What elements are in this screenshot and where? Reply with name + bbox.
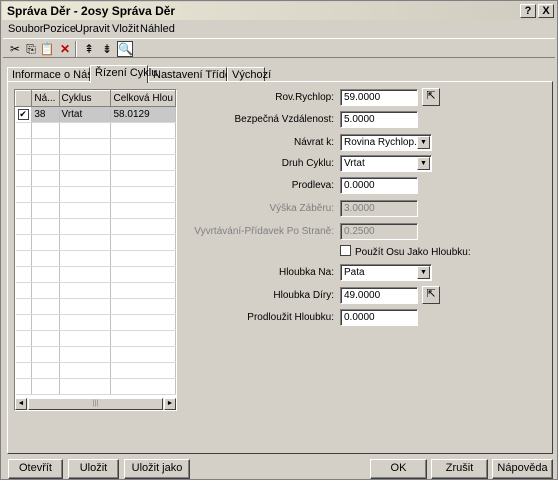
ok-button[interactable]: OK xyxy=(370,459,427,479)
depth-to-value: Pata xyxy=(344,267,365,278)
help-button[interactable]: Nápověda xyxy=(492,459,553,479)
scroll-thumb[interactable]: ||| xyxy=(28,398,163,410)
depth-to-select[interactable]: Pata ▼ xyxy=(340,264,432,281)
peck-input xyxy=(340,200,418,217)
grid-header-check[interactable] xyxy=(15,90,33,107)
scroll-right-icon[interactable]: ► xyxy=(164,398,176,410)
tab-defaults[interactable]: Výchozí xyxy=(227,67,271,82)
grid-header-cycle[interactable]: Cyklus xyxy=(58,90,112,107)
chevron-down-icon[interactable]: ▼ xyxy=(417,136,430,149)
peck-label: Výška Záběru: xyxy=(269,203,334,214)
dwell-label: Prodleva: xyxy=(291,180,334,191)
save-button[interactable]: Uložit xyxy=(68,459,119,479)
use-axis-checkbox-box[interactable] xyxy=(340,245,351,256)
tab-cycle-control[interactable]: Řízení Cyklu xyxy=(90,65,157,83)
row-cycle: Vrtat xyxy=(59,106,112,123)
menu-pozice[interactable]: Pozice xyxy=(43,23,76,35)
sort-up-icon[interactable]: ⇞ xyxy=(81,41,97,57)
return-label: Návrat k: xyxy=(293,137,334,148)
safe-distance-input[interactable] xyxy=(340,111,418,128)
window-title: Správa Děr - 2osy Správa Děr xyxy=(7,4,176,18)
use-axis-checkbox[interactable]: Použít Osu Jako Hloubku: xyxy=(340,245,471,258)
depth-to-label: Hloubka Na: xyxy=(278,267,334,278)
delete-icon[interactable]: ✕ xyxy=(57,41,73,57)
chevron-down-icon[interactable]: ▼ xyxy=(417,157,430,170)
dialog-window: Správa Děr - 2osy Správa Děr ? X Soubor … xyxy=(0,0,558,480)
menu-nahled[interactable]: Náhled xyxy=(140,23,175,35)
chevron-down-icon[interactable]: ▼ xyxy=(417,266,430,279)
help-title-button[interactable]: ? xyxy=(520,4,536,18)
menu-upravit[interactable]: Upravit xyxy=(75,23,110,35)
toolbar: ✂ ⎘ 📋 ✕ ⇞ ⇟ 🔍 xyxy=(3,38,555,58)
copy-icon[interactable]: ⎘ xyxy=(23,41,39,57)
safe-distance-label: Bezpečná Vzdálenost: xyxy=(234,114,334,125)
close-title-button[interactable]: X xyxy=(538,4,554,18)
menu-soubor[interactable]: Soubor xyxy=(8,23,43,35)
rapid-input[interactable] xyxy=(340,89,418,106)
menu-bar: Soubor Pozice Upravit Vložit Náhled xyxy=(3,21,555,37)
row-checkbox-cell[interactable]: ✔ xyxy=(15,106,33,123)
grid-horizontal-scrollbar[interactable]: ◄ ||| ► xyxy=(15,398,176,410)
cancel-button[interactable]: Zrušit xyxy=(431,459,488,479)
tab-sort-settings[interactable]: Nastavení Třídění xyxy=(148,67,240,82)
extend-depth-input[interactable] xyxy=(340,309,418,326)
save-as-button[interactable]: Uložit jako xyxy=(124,459,190,479)
scroll-left-icon[interactable]: ◄ xyxy=(15,398,27,410)
cut-icon[interactable]: ✂ xyxy=(7,41,23,57)
hole-depth-label: Hloubka Díry: xyxy=(273,290,334,301)
cycle-type-value: Vrtat xyxy=(344,158,365,169)
holes-grid[interactable]: Ná... Cyklus Celková Hlou ✔ 38 Vrtat 58.… xyxy=(14,89,177,411)
button-bar: Otevřít Uložit Uložit jako OK Zrušit Náp… xyxy=(2,457,558,479)
cycle-type-label: Druh Cyklu: xyxy=(281,158,334,169)
rapid-pick-icon[interactable]: ⇱ xyxy=(422,88,440,106)
stepover-input xyxy=(340,223,418,240)
menu-vlozit[interactable]: Vložit xyxy=(112,23,139,35)
paste-icon[interactable]: 📋 xyxy=(39,41,55,57)
grid-header-number[interactable]: Ná... xyxy=(31,90,60,107)
sort-down-icon[interactable]: ⇟ xyxy=(99,41,115,57)
hole-depth-pick-icon[interactable]: ⇱ xyxy=(422,286,440,304)
extend-depth-label: Prodloužit Hloubku: xyxy=(247,312,334,323)
use-axis-label: Použít Osu Jako Hloubku: xyxy=(355,247,471,258)
grid-header-row: Ná... Cyklus Celková Hlou xyxy=(15,90,176,107)
holes-table: Ná... Cyklus Celková Hlou ✔ 38 Vrtat 58.… xyxy=(15,90,176,395)
rapid-label: Rov.Rychlop: xyxy=(275,92,334,103)
table-row[interactable]: ✔ 38 Vrtat 58.0129 xyxy=(15,106,176,123)
return-value: Rovina Rychlop. xyxy=(344,137,417,148)
tab-tool-info[interactable]: Informace o Nástroji xyxy=(7,67,110,82)
preview-icon[interactable]: 🔍 xyxy=(117,41,133,57)
return-select[interactable]: Rovina Rychlop. ▼ xyxy=(340,134,432,151)
open-button[interactable]: Otevřít xyxy=(8,459,63,479)
cycle-type-select[interactable]: Vrtat ▼ xyxy=(340,155,432,172)
toolbar-separator xyxy=(75,41,77,57)
hole-depth-input[interactable] xyxy=(340,287,418,304)
dwell-input[interactable] xyxy=(340,177,418,194)
row-number: 38 xyxy=(31,106,60,123)
row-checkbox[interactable]: ✔ xyxy=(17,108,29,120)
title-bar: Správa Děr - 2osy Správa Děr ? X xyxy=(2,2,556,20)
stepover-label: Vyvrtávání-Přídavek Po Straně: xyxy=(194,226,334,237)
